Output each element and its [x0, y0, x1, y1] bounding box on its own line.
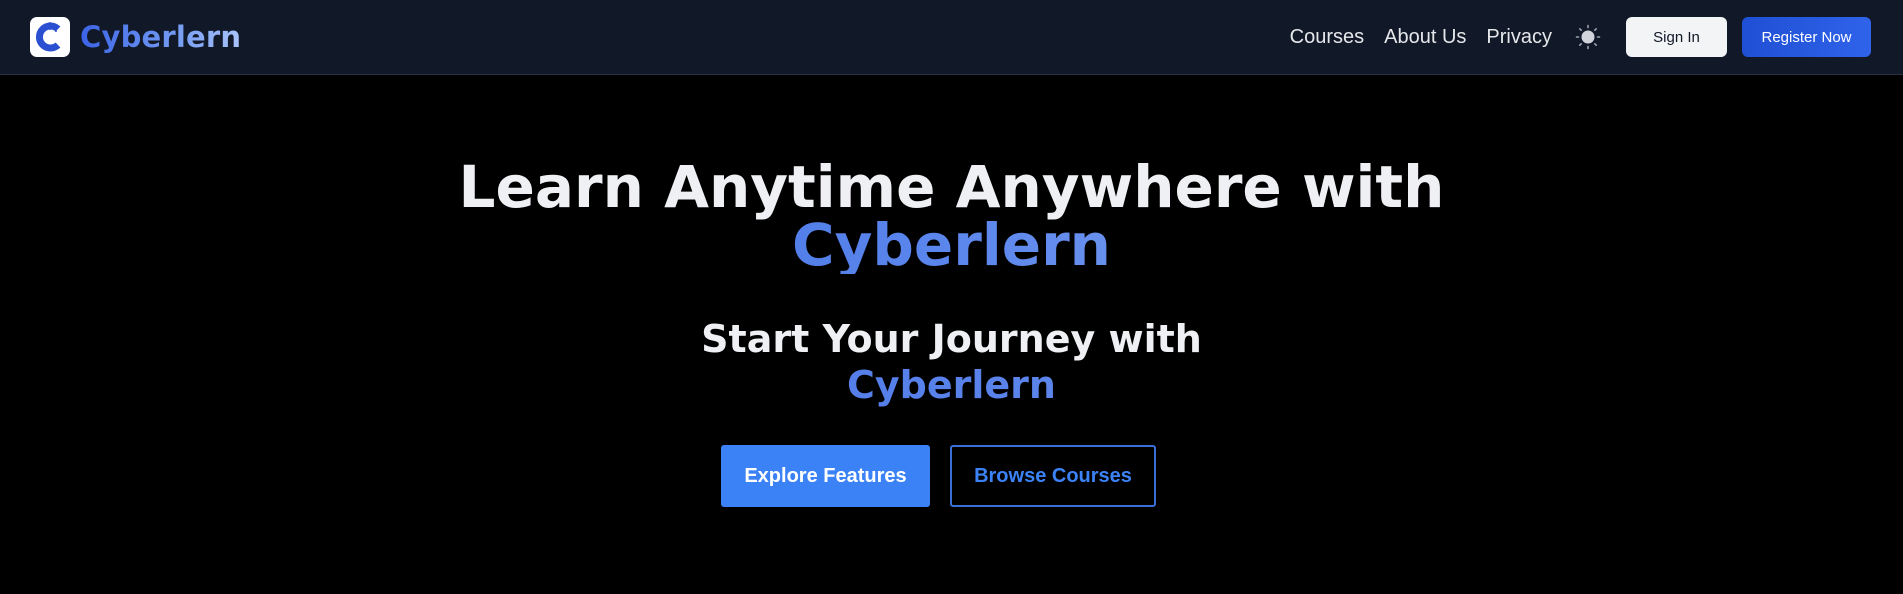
hero-subtitle: Start Your Journey with Cyberlern [0, 316, 1903, 408]
nav-menu: Courses About Us Privacy Sign In Registe… [1290, 17, 1871, 57]
browse-courses-button[interactable]: Browse Courses [950, 445, 1156, 507]
theme-toggle-button[interactable] [1574, 23, 1602, 51]
brand-name: Cyberlern [80, 20, 242, 54]
sun-icon [1575, 24, 1601, 50]
cyberlern-logo-icon [30, 17, 70, 57]
top-navbar: Cyberlern Courses About Us Privacy Sign … [0, 0, 1903, 75]
hero-subtitle-line1: Start Your Journey with [701, 317, 1202, 361]
hero-subtitle-highlight: Cyberlern [0, 362, 1903, 408]
nav-link-about-us[interactable]: About Us [1384, 26, 1466, 49]
hero-title: Learn Anytime Anywhere with Cyberlern [0, 158, 1903, 274]
hero-section: Learn Anytime Anywhere with Cyberlern St… [0, 76, 1903, 594]
nav-link-courses[interactable]: Courses [1290, 26, 1364, 49]
hero-cta-group: Explore Features Browse Courses [0, 445, 1903, 507]
nav-link-privacy[interactable]: Privacy [1486, 26, 1552, 49]
sign-in-button[interactable]: Sign In [1626, 17, 1727, 57]
explore-features-button[interactable]: Explore Features [721, 445, 930, 507]
hero-title-highlight: Cyberlern [0, 216, 1903, 274]
register-now-button[interactable]: Register Now [1742, 17, 1871, 57]
brand-home-link[interactable]: Cyberlern [30, 17, 241, 57]
